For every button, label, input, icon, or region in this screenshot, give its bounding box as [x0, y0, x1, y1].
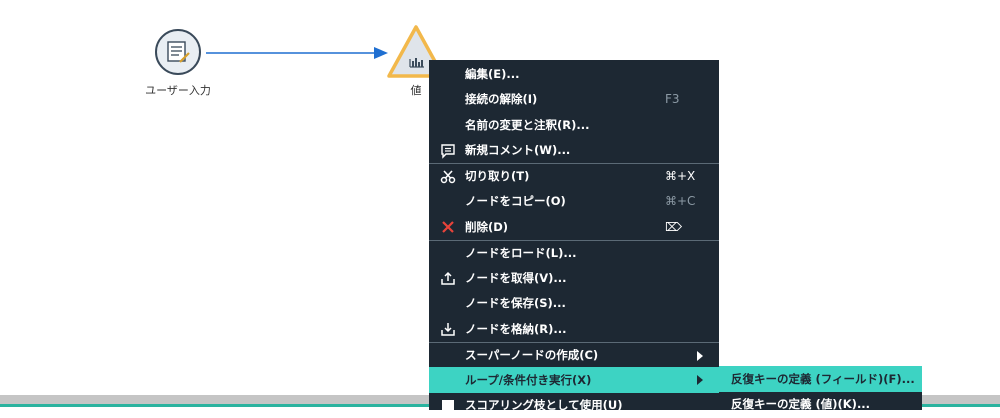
- user-input-node-label: ユーザー入力: [145, 82, 211, 98]
- menu-item-label: 名前の変更と注釈(R)...: [465, 117, 589, 133]
- context-menu: 編集(E)... 接続の解除(I) F3 名前の変更と注釈(R)... 新規コメ…: [429, 60, 719, 410]
- user-input-node[interactable]: [156, 30, 200, 74]
- menu-item-loop-conditional[interactable]: ループ/条件付き実行(X): [429, 367, 719, 393]
- menu-item-edit[interactable]: 編集(E)...: [429, 61, 719, 87]
- menu-item-create-supernode[interactable]: スーパーノードの作成(C): [429, 342, 719, 368]
- menu-item-save-node[interactable]: ノードを保存(S)...: [429, 291, 719, 317]
- menu-item-label: ノードを保存(S)...: [465, 295, 566, 311]
- menu-item-label: スーパーノードの作成(C): [465, 347, 598, 363]
- scissors-icon: [439, 168, 457, 186]
- values-node-label: 値: [411, 82, 422, 98]
- menu-item-label: 新規コメント(W)...: [465, 142, 570, 158]
- menu-item-disconnect[interactable]: 接続の解除(I) F3: [429, 87, 719, 113]
- menu-item-label: ノードを取得(V)...: [465, 270, 567, 286]
- menu-item-rename-annotate[interactable]: 名前の変更と注釈(R)...: [429, 112, 719, 138]
- submenu-item-label: 反復キーの定義 (フィールド)(F)...: [731, 371, 915, 387]
- menu-item-label: 切り取り(T): [465, 168, 529, 184]
- loop-submenu: 反復キーの定義 (フィールド)(F)... 反復キーの定義 (値)(K)...: [719, 366, 922, 410]
- menu-item-cut[interactable]: 切り取り(T) ⌘+X: [429, 163, 719, 189]
- menu-item-label: 接続の解除(I): [465, 91, 537, 107]
- menu-item-label: ノードをコピー(O): [465, 193, 566, 209]
- comment-icon: [439, 142, 457, 160]
- upload-icon: [439, 269, 457, 287]
- menu-item-shortcut: ⌘+X: [665, 169, 695, 183]
- menu-item-shortcut: ⌘+C: [665, 194, 695, 208]
- menu-item-use-as-scoring-branch[interactable]: スコアリング枝として使用(U): [429, 393, 719, 418]
- submenu-arrow-icon: [697, 375, 703, 385]
- menu-item-shortcut: F3: [665, 92, 680, 106]
- submenu-item-define-iteration-key-value[interactable]: 反復キーの定義 (値)(K)...: [719, 392, 922, 418]
- menu-item-label: ループ/条件付き実行(X): [465, 372, 591, 388]
- menu-item-shortcut: ⌦: [665, 220, 682, 234]
- menu-item-store-node[interactable]: ノードを格納(R)...: [429, 316, 719, 342]
- menu-item-label: スコアリング枝として使用(U): [465, 397, 623, 413]
- download-icon: [439, 320, 457, 338]
- menu-item-delete[interactable]: 削除(D) ⌦: [429, 214, 719, 240]
- menu-item-load-node[interactable]: ノードをロード(L)...: [429, 240, 719, 266]
- menu-item-label: ノードをロード(L)...: [465, 245, 576, 261]
- menu-item-label: 削除(D): [465, 219, 508, 235]
- menu-item-label: 編集(E)...: [465, 66, 519, 82]
- menu-item-new-comment[interactable]: 新規コメント(W)...: [429, 138, 719, 164]
- submenu-arrow-icon: [697, 351, 703, 361]
- submenu-item-define-iteration-key-field[interactable]: 反復キーの定義 (フィールド)(F)...: [719, 366, 922, 392]
- delete-x-icon: [439, 218, 457, 236]
- menu-item-retrieve-node[interactable]: ノードを取得(V)...: [429, 265, 719, 291]
- menu-item-copy-node[interactable]: ノードをコピー(O) ⌘+C: [429, 189, 719, 215]
- link-arrowhead: [374, 47, 388, 59]
- square-icon: [439, 397, 457, 415]
- menu-item-label: ノードを格納(R)...: [465, 321, 566, 337]
